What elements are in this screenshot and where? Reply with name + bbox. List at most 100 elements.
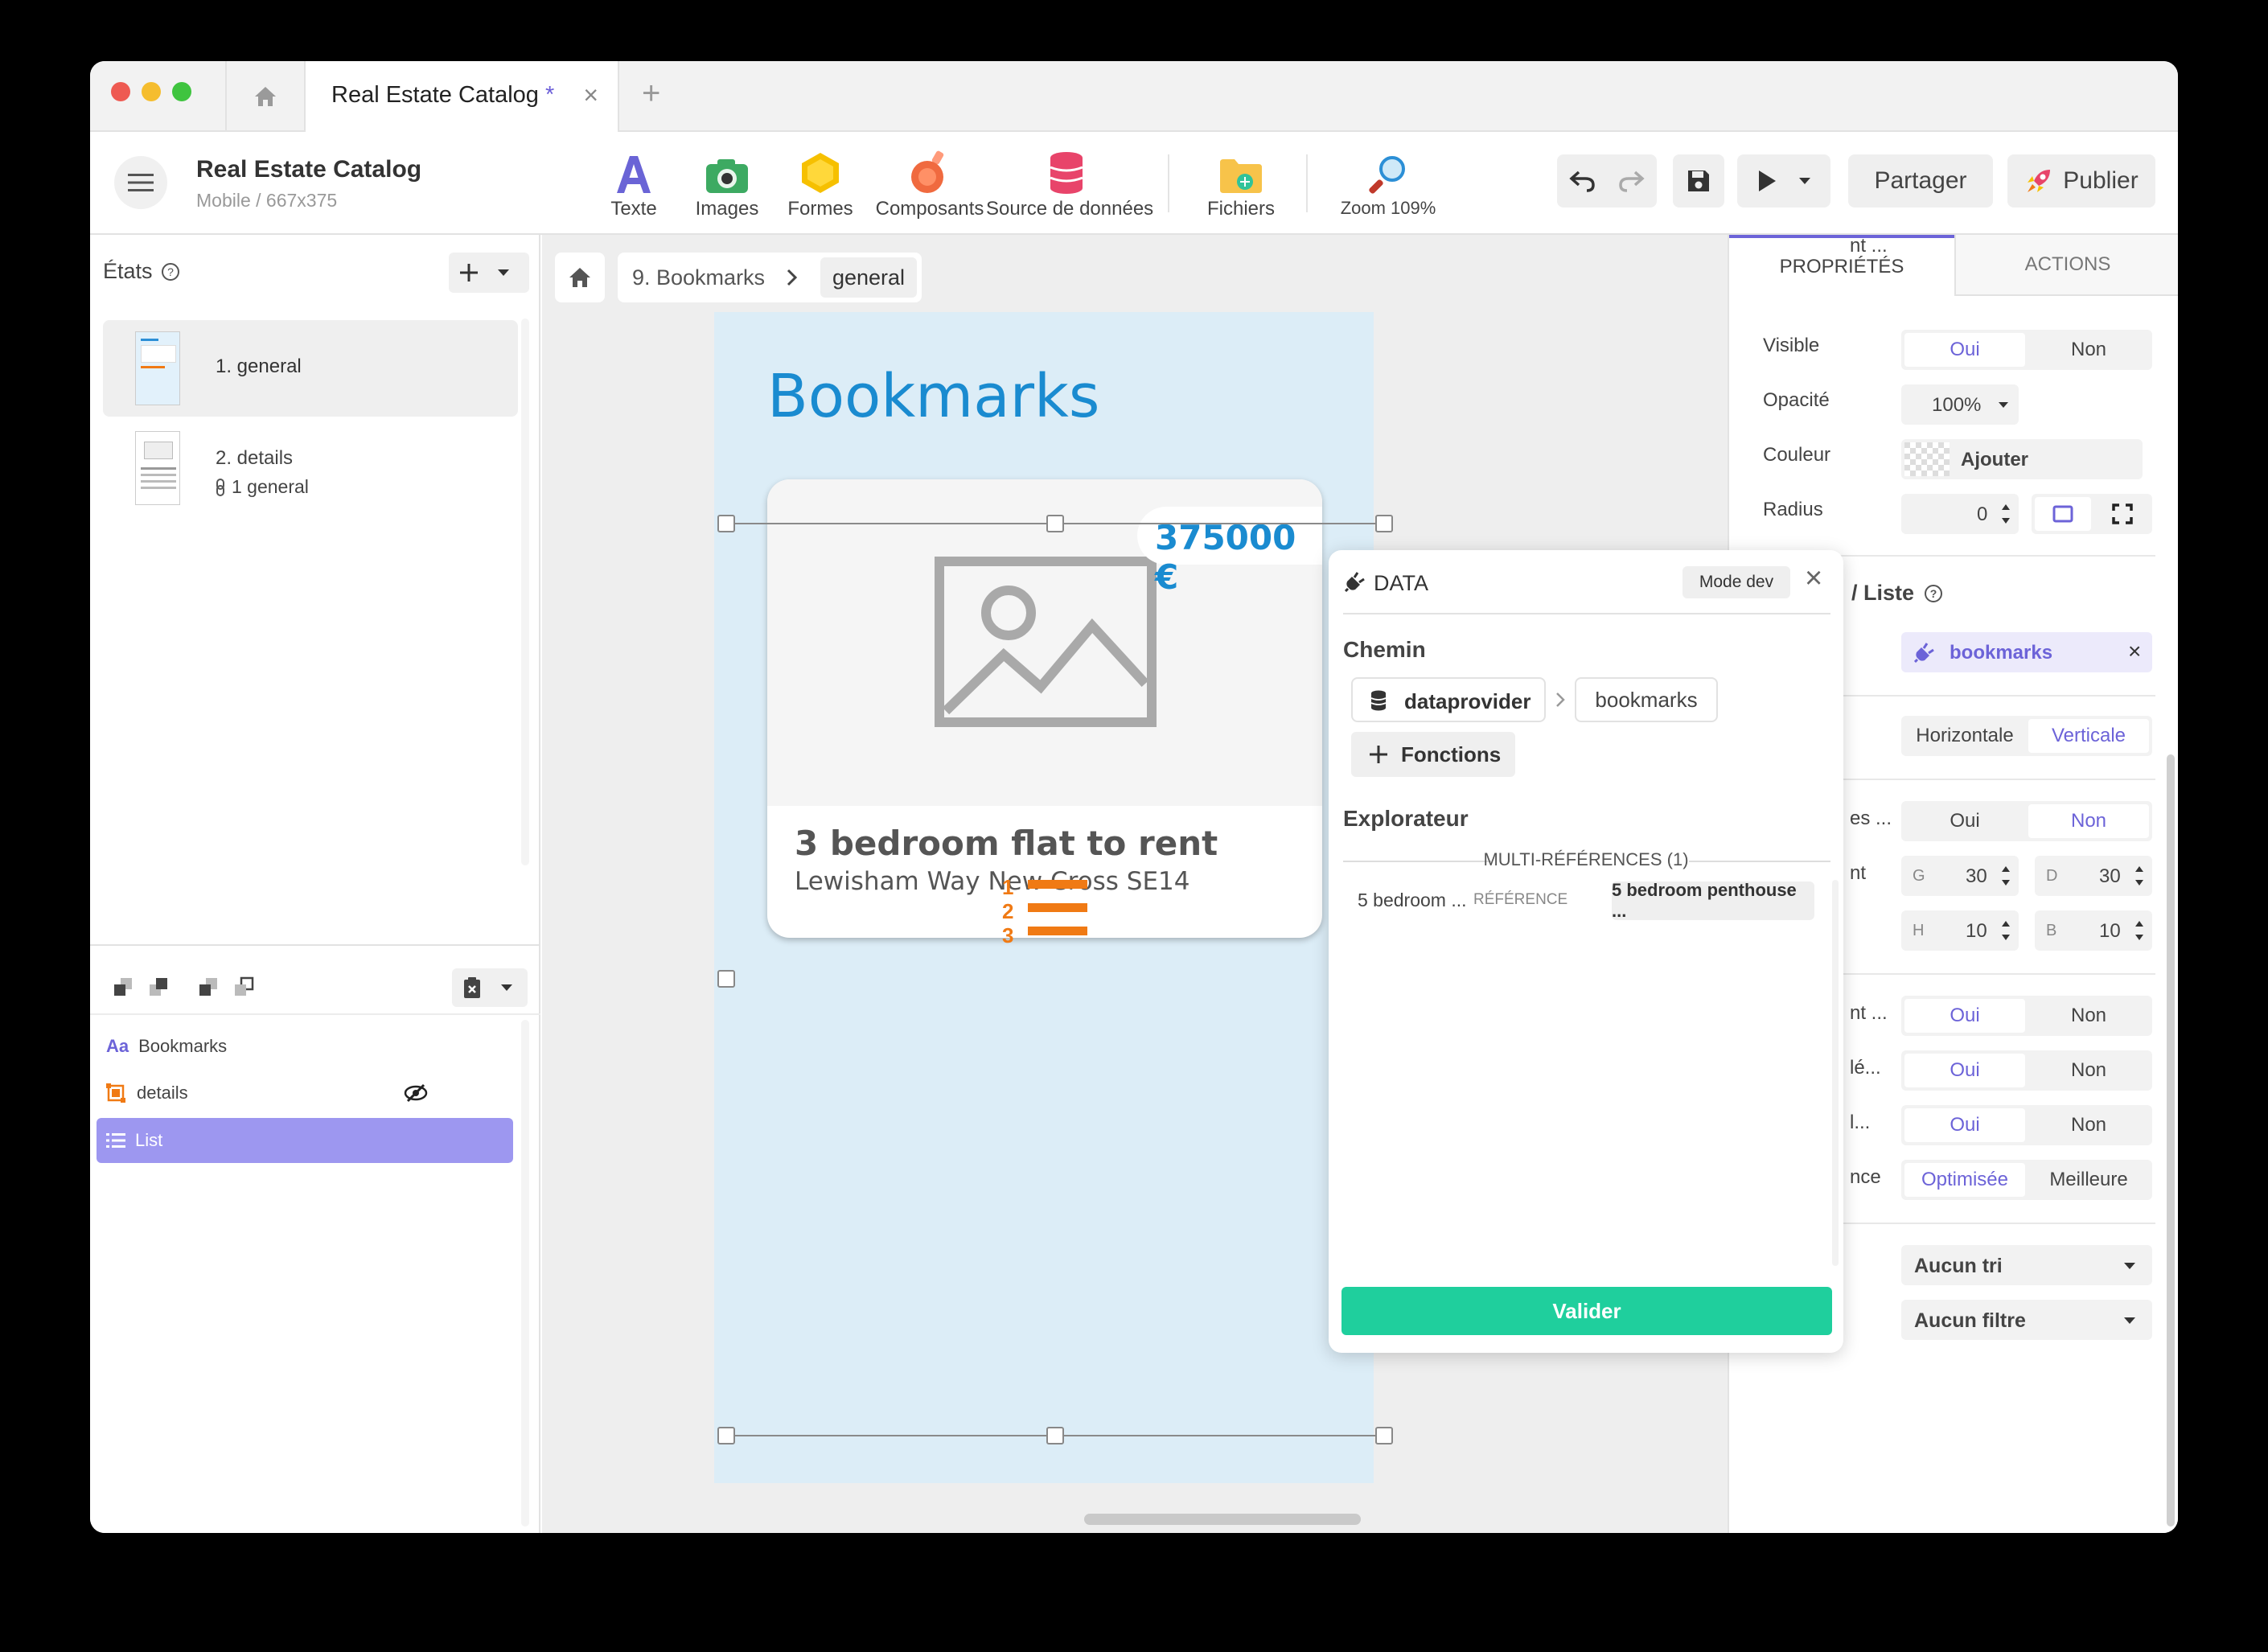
chevron-down-icon[interactable] <box>1798 177 1811 185</box>
send-to-back-icon[interactable] <box>232 975 256 999</box>
share-button[interactable]: Partager <box>1848 154 1993 208</box>
save-button[interactable] <box>1673 154 1724 208</box>
stepper-icon[interactable] <box>1999 917 2012 944</box>
bookmark-card[interactable]: 375000 € 3 bedroom flat to rent Lewisham… <box>767 479 1322 938</box>
breadcrumb-state[interactable]: general <box>820 257 917 298</box>
canvas-horizontal-scrollbar[interactable] <box>1084 1514 1361 1525</box>
stepper-icon[interactable] <box>2133 917 2146 944</box>
stepper-icon[interactable] <box>1999 500 2012 528</box>
validate-button[interactable]: Valider <box>1341 1287 1832 1335</box>
clipboard-delete-icon[interactable] <box>463 976 481 999</box>
help-icon[interactable]: ? <box>161 262 180 281</box>
color-picker[interactable]: Ajouter <box>1901 439 2143 479</box>
tool-text[interactable]: Texte <box>594 143 674 220</box>
path-chip-dataprovider[interactable]: dataprovider <box>1351 677 1546 722</box>
data-binding-chip[interactable]: bookmarks × <box>1901 632 2152 672</box>
undo-icon[interactable] <box>1569 169 1596 193</box>
chevron-right-icon <box>787 269 798 286</box>
radius-input[interactable]: 0 <box>1901 494 2019 534</box>
resize-handle[interactable] <box>717 515 735 532</box>
layer-actions-group <box>452 968 528 1007</box>
state-item-details[interactable]: 2. details 1 general <box>103 425 518 513</box>
filter-select[interactable]: Aucun filtre <box>1901 1300 2152 1340</box>
tab-actions[interactable]: ACTIONS <box>1954 235 2178 296</box>
breadcrumb: 9. Bookmarks general <box>618 253 922 302</box>
tool-datasource[interactable]: Source de données <box>986 143 1153 220</box>
help-icon[interactable]: ? <box>1924 584 1943 603</box>
visible-non[interactable]: Non <box>2028 333 2149 367</box>
close-tab-icon[interactable]: × <box>583 80 598 110</box>
visible-oui[interactable]: Oui <box>1904 333 2025 367</box>
redo-icon[interactable] <box>1617 169 1645 193</box>
mode-dev-button[interactable]: Mode dev <box>1683 566 1790 598</box>
link-icon <box>216 478 224 496</box>
home-tab[interactable] <box>225 61 306 132</box>
hidden-eye-icon[interactable] <box>404 1083 428 1103</box>
new-tab-button[interactable]: + <box>642 76 660 112</box>
tab-properties[interactable]: PROPRIÉTÉS <box>1729 235 1954 296</box>
zoom-control[interactable]: Zoom 109% <box>1324 143 1452 219</box>
functions-button[interactable]: Fonctions <box>1351 732 1515 777</box>
padding-bottom-input[interactable]: B 10 <box>2035 910 2152 951</box>
states-scrollbar[interactable] <box>521 318 529 865</box>
resize-handle[interactable] <box>1375 1427 1393 1444</box>
layer-item-details[interactable]: details <box>97 1071 516 1115</box>
breadcrumb-screen[interactable]: 9. Bookmarks <box>632 265 765 290</box>
state-item-general[interactable]: 1. general <box>103 320 518 417</box>
layers-scrollbar[interactable] <box>521 1020 529 1527</box>
path-chip-bookmarks[interactable]: bookmarks <box>1575 677 1718 722</box>
uniform-radius-icon[interactable] <box>2052 505 2073 523</box>
resize-handle[interactable] <box>1046 515 1064 532</box>
sort-select[interactable]: Aucun tri <box>1901 1245 2152 1285</box>
stepper-icon[interactable] <box>1999 862 2012 890</box>
play-icon[interactable] <box>1756 169 1777 193</box>
tool-components[interactable]: Composants <box>865 143 994 220</box>
resize-handle[interactable] <box>717 970 735 988</box>
hamburger-icon <box>128 174 154 191</box>
close-popup-icon[interactable]: × <box>1805 561 1822 596</box>
tool-images[interactable]: Images <box>687 143 767 220</box>
reference-chip[interactable]: 5 bedroom penthouse ... <box>1612 880 1814 921</box>
toolbar: Real Estate Catalog Mobile / 667x375 Tex… <box>90 132 2178 235</box>
resize-handle[interactable] <box>1375 515 1393 532</box>
padding-left-input[interactable]: G 30 <box>1901 856 2019 896</box>
padding-top-input[interactable]: H 10 <box>1901 910 2019 951</box>
list-icon <box>1028 880 1087 935</box>
option-toggle-4: Oui Non <box>1901 1105 2152 1145</box>
zoom-window-button[interactable] <box>172 82 191 101</box>
tab-real-estate-catalog[interactable]: Real Estate Catalog * × <box>306 61 619 134</box>
stepper-icon[interactable] <box>2133 862 2146 890</box>
menu-button[interactable] <box>114 156 167 209</box>
chevron-down-icon[interactable] <box>497 269 510 277</box>
layer-item-list[interactable]: List <box>97 1118 513 1163</box>
path-label: Chemin <box>1343 637 1426 662</box>
layer-item-bookmarks[interactable]: Aa Bookmarks <box>97 1025 516 1068</box>
explorer-row[interactable]: 5 bedroom ... RÉFÉRENCE 5 bedroom pentho… <box>1343 880 1826 921</box>
remove-binding-icon[interactable]: × <box>2128 639 2141 664</box>
opacity-select[interactable]: 100% <box>1901 384 2019 425</box>
hexagon-icon <box>802 153 839 193</box>
data-list-section: / Liste ? <box>1851 581 1943 606</box>
close-window-button[interactable] <box>111 82 130 101</box>
publish-button[interactable]: Publier <box>2007 154 2155 208</box>
tool-shapes[interactable]: Formes <box>780 143 861 220</box>
minimize-window-button[interactable] <box>142 82 161 101</box>
resize-handle[interactable] <box>1046 1427 1064 1444</box>
plus-icon[interactable] <box>458 262 479 283</box>
canvas-home-button[interactable] <box>555 253 605 302</box>
mobile-screen[interactable]: Bookmarks 375000 € 3 bedroom flat to ren… <box>714 312 1374 1483</box>
explorer-scrollbar[interactable] <box>1832 880 1839 1266</box>
corners-radius-icon[interactable] <box>2112 503 2133 524</box>
bring-forward-icon[interactable] <box>146 975 171 999</box>
properties-scrollbar[interactable] <box>2167 754 2175 1527</box>
padding-right-input[interactable]: D 30 <box>2035 856 2152 896</box>
card-title: 3 bedroom flat to rent <box>795 824 1218 863</box>
tool-files[interactable]: Fichiers <box>1197 143 1285 220</box>
explorer-label: Explorateur <box>1343 806 1469 831</box>
screen-heading[interactable]: Bookmarks <box>767 362 1099 431</box>
chevron-down-icon[interactable] <box>500 984 513 992</box>
bring-to-front-icon[interactable] <box>111 975 135 999</box>
resize-handle[interactable] <box>717 1427 735 1444</box>
preview-group[interactable] <box>1737 154 1830 208</box>
send-backward-icon[interactable] <box>196 975 220 999</box>
